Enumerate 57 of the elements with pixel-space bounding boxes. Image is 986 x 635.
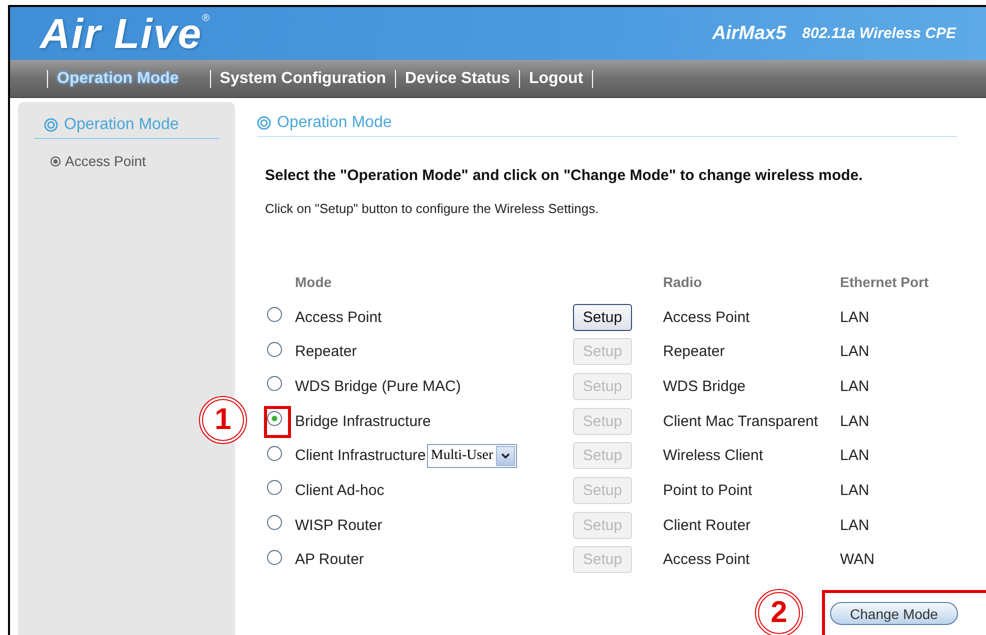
mode-label: WISP Router <box>295 516 382 534</box>
mode-label: Access Point <box>295 308 382 326</box>
sidebar-item[interactable]: Access Point <box>65 153 146 169</box>
instruction-text: Select the "Operation Mode" and click on "Change Mode" to change wireless mode. <box>265 167 864 184</box>
radio-mode: Access Point <box>663 308 751 326</box>
radio-mode: WDS Bridge <box>663 378 747 395</box>
radio-mode: Client Router <box>663 516 752 534</box>
radio-button[interactable] <box>267 307 282 322</box>
radio-button[interactable] <box>267 550 282 565</box>
column-header: Ethernet Port <box>840 274 930 290</box>
radio-mode: Wireless Client <box>663 447 764 464</box>
nav-tab[interactable]: Operation Mode <box>57 70 179 88</box>
ethernet-port: LAN <box>840 516 870 534</box>
radio-mode: Repeater <box>663 343 726 360</box>
sidebar-title-text: Operation Mode <box>64 116 179 134</box>
registered-mark: ® <box>202 13 210 24</box>
mode-label: Bridge Infrastructure <box>295 412 431 430</box>
ethernet-port: LAN <box>840 378 870 395</box>
caret-icon <box>496 446 515 466</box>
radio-button[interactable] <box>267 376 282 392</box>
column-header: Mode <box>295 274 333 290</box>
radio-button[interactable] <box>267 480 282 496</box>
radio-mode: Access Point <box>663 551 751 568</box>
ethernet-port: LAN <box>840 308 870 326</box>
column-header: Radio <box>663 274 703 290</box>
radio-mode: Point to Point <box>663 482 754 499</box>
ethernet-port: WAN <box>840 551 876 568</box>
mode-label: Client Ad-hoc <box>295 482 384 499</box>
ethernet-port: LAN <box>840 447 870 464</box>
ethernet-port: LAN <box>840 412 870 430</box>
change-mode-button[interactable]: Change Mode <box>830 602 958 625</box>
radio-button[interactable] <box>267 342 282 357</box>
nav-tab[interactable]: Device Status <box>405 70 510 88</box>
radio-mode: Client Mac Transparent <box>663 412 820 430</box>
radio-button[interactable] <box>267 446 282 461</box>
product-subtitle: 802.11a Wireless CPE <box>802 25 956 42</box>
product-name: AirMax5 <box>712 22 786 44</box>
target-icon <box>44 118 58 132</box>
section-title-text: Operation Mode <box>277 114 392 132</box>
mode-label: Client Infrastructure <box>295 447 426 464</box>
note-text: Click on "Setup" button to configure the Wireless Settings. <box>265 201 600 216</box>
callout-number: 2 <box>755 589 803 635</box>
logo: Air Live <box>40 10 202 58</box>
radio-button[interactable] <box>267 411 282 426</box>
mode-dropdown[interactable]: Multi-User <box>426 444 517 468</box>
mode-label: WDS Bridge (Pure MAC) <box>295 378 461 395</box>
radio-button[interactable] <box>267 515 282 530</box>
target-icon <box>257 116 271 130</box>
mode-label: AP Router <box>295 551 364 568</box>
setup-button[interactable]: Setup <box>573 304 632 331</box>
highlight-frame <box>264 406 291 438</box>
nav-tab[interactable]: System Configuration <box>220 70 386 88</box>
nav-tab[interactable]: Logout <box>528 70 584 88</box>
bullet-icon <box>50 156 61 166</box>
ethernet-port: LAN <box>840 343 870 360</box>
mode-label: Repeater <box>295 343 357 360</box>
ethernet-port: LAN <box>840 482 870 499</box>
